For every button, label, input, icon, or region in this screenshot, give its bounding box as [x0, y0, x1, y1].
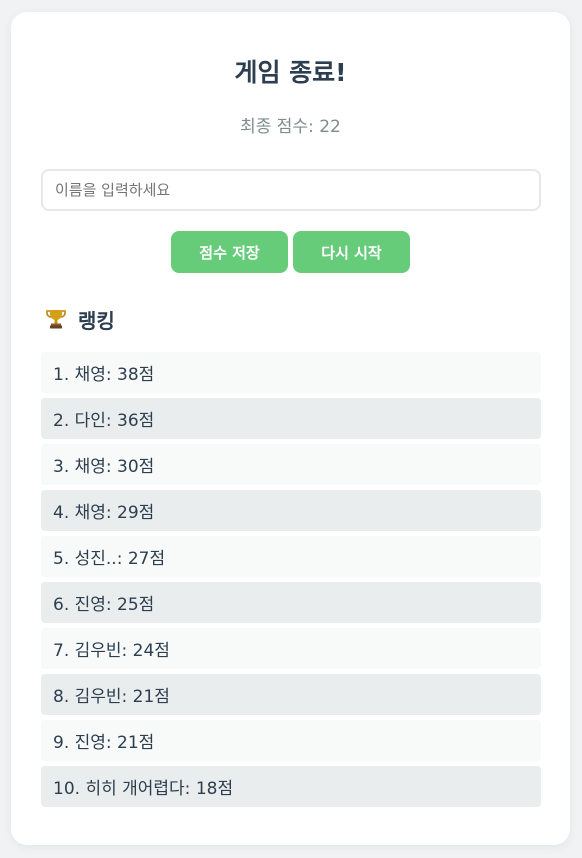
ranking-item: 7. 김우빈: 24점: [41, 628, 541, 669]
name-input[interactable]: [41, 169, 541, 211]
ranking-item: 5. 성진..: 27점: [41, 536, 541, 577]
game-over-card: 게임 종료! 최종 점수: 22 점수 저장 다시 시작 랭킹 1. 채영: 3…: [11, 12, 570, 845]
button-row: 점수 저장 다시 시작: [11, 231, 570, 273]
ranking-item: 10. 히히 개어렵다: 18점: [41, 766, 541, 807]
ranking-item: 4. 채영: 29점: [41, 490, 541, 531]
restart-button[interactable]: 다시 시작: [293, 231, 410, 273]
ranking-item: 6. 진영: 25점: [41, 582, 541, 623]
ranking-title: 랭킹: [78, 308, 115, 333]
ranking-item: 3. 채영: 30점: [41, 444, 541, 485]
save-score-button[interactable]: 점수 저장: [171, 231, 288, 273]
ranking-item: 8. 김우빈: 21점: [41, 674, 541, 715]
ranking-header: 랭킹: [44, 304, 115, 334]
ranking-item: 9. 진영: 21점: [41, 720, 541, 761]
ranking-item: 1. 채영: 38점: [41, 352, 541, 393]
ranking-list: 1. 채영: 38점 2. 다인: 36점 3. 채영: 30점 4. 채영: …: [41, 352, 541, 812]
page-title: 게임 종료!: [234, 58, 347, 87]
ranking-item: 2. 다인: 36점: [41, 398, 541, 439]
final-score: 최종 점수: 22: [240, 117, 341, 137]
trophy-icon: [44, 307, 68, 331]
